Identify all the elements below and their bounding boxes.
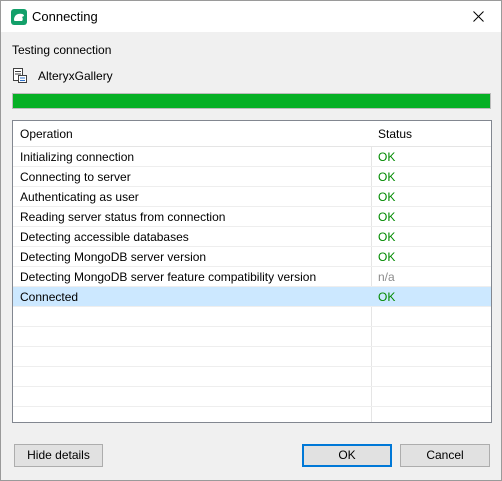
- operation-cell: Detecting MongoDB server feature compati…: [20, 270, 317, 284]
- table-row[interactable]: Detecting accessible databases OK: [13, 227, 491, 247]
- table-row[interactable]: Initializing connection OK: [13, 147, 491, 167]
- table-row[interactable]: Detecting MongoDB server feature compati…: [13, 267, 491, 287]
- operation-cell: Connecting to server: [20, 170, 131, 184]
- operation-cell: Connected: [20, 290, 79, 304]
- table-row[interactable]: Detecting MongoDB server version OK: [13, 247, 491, 267]
- progress-fill: [13, 94, 490, 108]
- window-title: Connecting: [32, 9, 98, 24]
- operation-cell: Detecting MongoDB server version: [20, 250, 207, 264]
- hide-details-button[interactable]: Hide details: [14, 444, 103, 467]
- app-logo-icon: [11, 9, 27, 25]
- operation-cell: Detecting accessible databases: [20, 230, 189, 244]
- status-cell: OK: [378, 250, 396, 264]
- operations-table[interactable]: Operation Status Initializing connection…: [12, 120, 492, 423]
- operation-cell: Initializing connection: [20, 150, 135, 164]
- ok-button[interactable]: OK: [302, 444, 392, 467]
- cancel-button[interactable]: Cancel: [400, 444, 490, 467]
- operation-cell: Reading server status from connection: [20, 210, 226, 224]
- status-cell: OK: [378, 170, 396, 184]
- table-row[interactable]: Reading server status from connection OK: [13, 207, 491, 227]
- table-row[interactable]: Authenticating as user OK: [13, 187, 491, 207]
- table-header: Operation Status: [13, 121, 491, 147]
- empty-row: [13, 387, 491, 407]
- title-bar: Connecting: [1, 1, 501, 32]
- status-cell: OK: [378, 150, 396, 164]
- progress-bar: [12, 93, 491, 109]
- database-icon: [13, 68, 27, 83]
- operation-cell: Authenticating as user: [20, 190, 139, 204]
- status-cell: n/a: [378, 270, 395, 284]
- status-heading: Testing connection: [12, 43, 112, 57]
- empty-row: [13, 327, 491, 347]
- empty-row: [13, 367, 491, 387]
- column-header-operation[interactable]: Operation: [20, 127, 73, 141]
- column-header-status[interactable]: Status: [378, 127, 412, 141]
- connection-name: AlteryxGallery: [38, 69, 113, 83]
- close-button[interactable]: [455, 1, 501, 32]
- status-cell: OK: [378, 190, 396, 204]
- connecting-dialog: Connecting Testing connection AlteryxGal…: [0, 0, 502, 481]
- status-cell: OK: [378, 210, 396, 224]
- status-cell: OK: [378, 290, 396, 304]
- empty-row: [13, 347, 491, 367]
- close-icon: [472, 11, 484, 22]
- table-row[interactable]: Connected OK: [13, 287, 491, 307]
- empty-row: [13, 307, 491, 327]
- status-cell: OK: [378, 230, 396, 244]
- table-row[interactable]: Connecting to server OK: [13, 167, 491, 187]
